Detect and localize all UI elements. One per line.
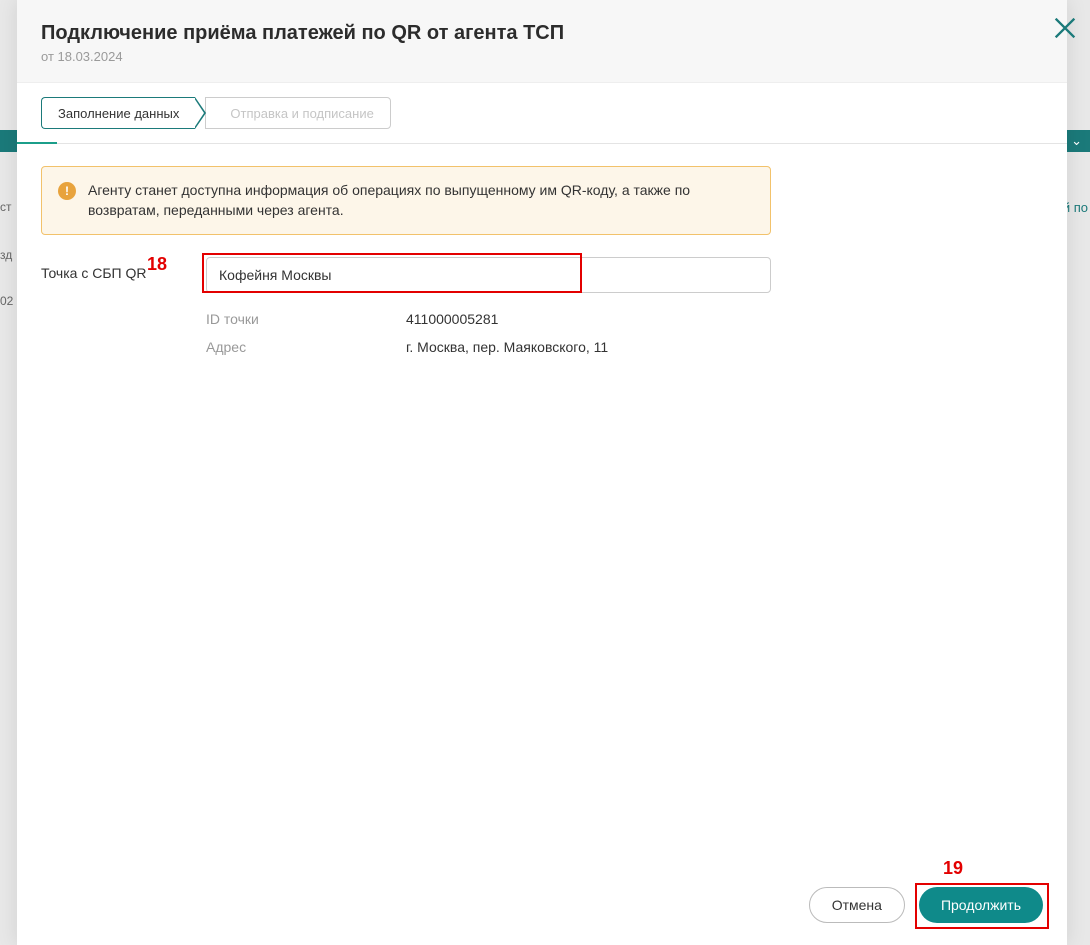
point-label: Точка с СБП QR	[41, 257, 206, 281]
modal-dialog: Подключение приёма платежей по QR от аге…	[17, 0, 1067, 945]
modal-title: Подключение приёма платежей по QR от аге…	[41, 22, 1043, 45]
point-select-value: Кофейня Москвы	[219, 267, 332, 283]
id-label: ID точки	[206, 311, 406, 327]
bg-text-fragment: ст	[0, 200, 12, 214]
address-label: Адрес	[206, 339, 406, 355]
alert-text: Агенту станет доступна информация об опе…	[88, 181, 754, 220]
bg-text-fragment: 02	[0, 294, 13, 308]
modal-header: Подключение приёма платежей по QR от аге…	[17, 0, 1067, 83]
modal-subtitle: от 18.03.2024	[41, 49, 1043, 64]
annotation-marker-19: 19	[943, 858, 963, 879]
annotation-marker-18: 18	[147, 254, 167, 275]
close-button[interactable]	[1045, 8, 1085, 48]
stepper-progress-underline	[17, 142, 57, 144]
stepper: Заполнение данных Отправка и подписание	[17, 83, 1067, 144]
cancel-button[interactable]: Отмена	[809, 887, 905, 923]
warning-icon: !	[58, 182, 76, 200]
step-label: Отправка и подписание	[230, 106, 373, 121]
chevron-right-icon	[195, 97, 206, 129]
point-select[interactable]: Кофейня Москвы	[206, 257, 771, 293]
step-fill-data[interactable]: Заполнение данных	[41, 97, 195, 129]
close-icon	[1051, 14, 1079, 42]
modal-footer: Отмена Продолжить 19	[17, 869, 1067, 945]
address-value: г. Москва, пер. Маяковского, 11	[406, 339, 608, 355]
step-label: Заполнение данных	[58, 106, 179, 121]
bg-text-fragment: зд	[0, 248, 12, 262]
step-send-sign[interactable]: Отправка и подписание	[205, 97, 390, 129]
id-value: 411000005281	[406, 311, 498, 327]
form-row-point: Точка с СБП QR Кофейня Москвы ID точки 4…	[41, 257, 1043, 359]
continue-button[interactable]: Продолжить	[919, 887, 1043, 923]
modal-content: ! Агенту станет доступна информация об о…	[17, 144, 1067, 869]
info-alert: ! Агенту станет доступна информация об о…	[41, 166, 771, 235]
